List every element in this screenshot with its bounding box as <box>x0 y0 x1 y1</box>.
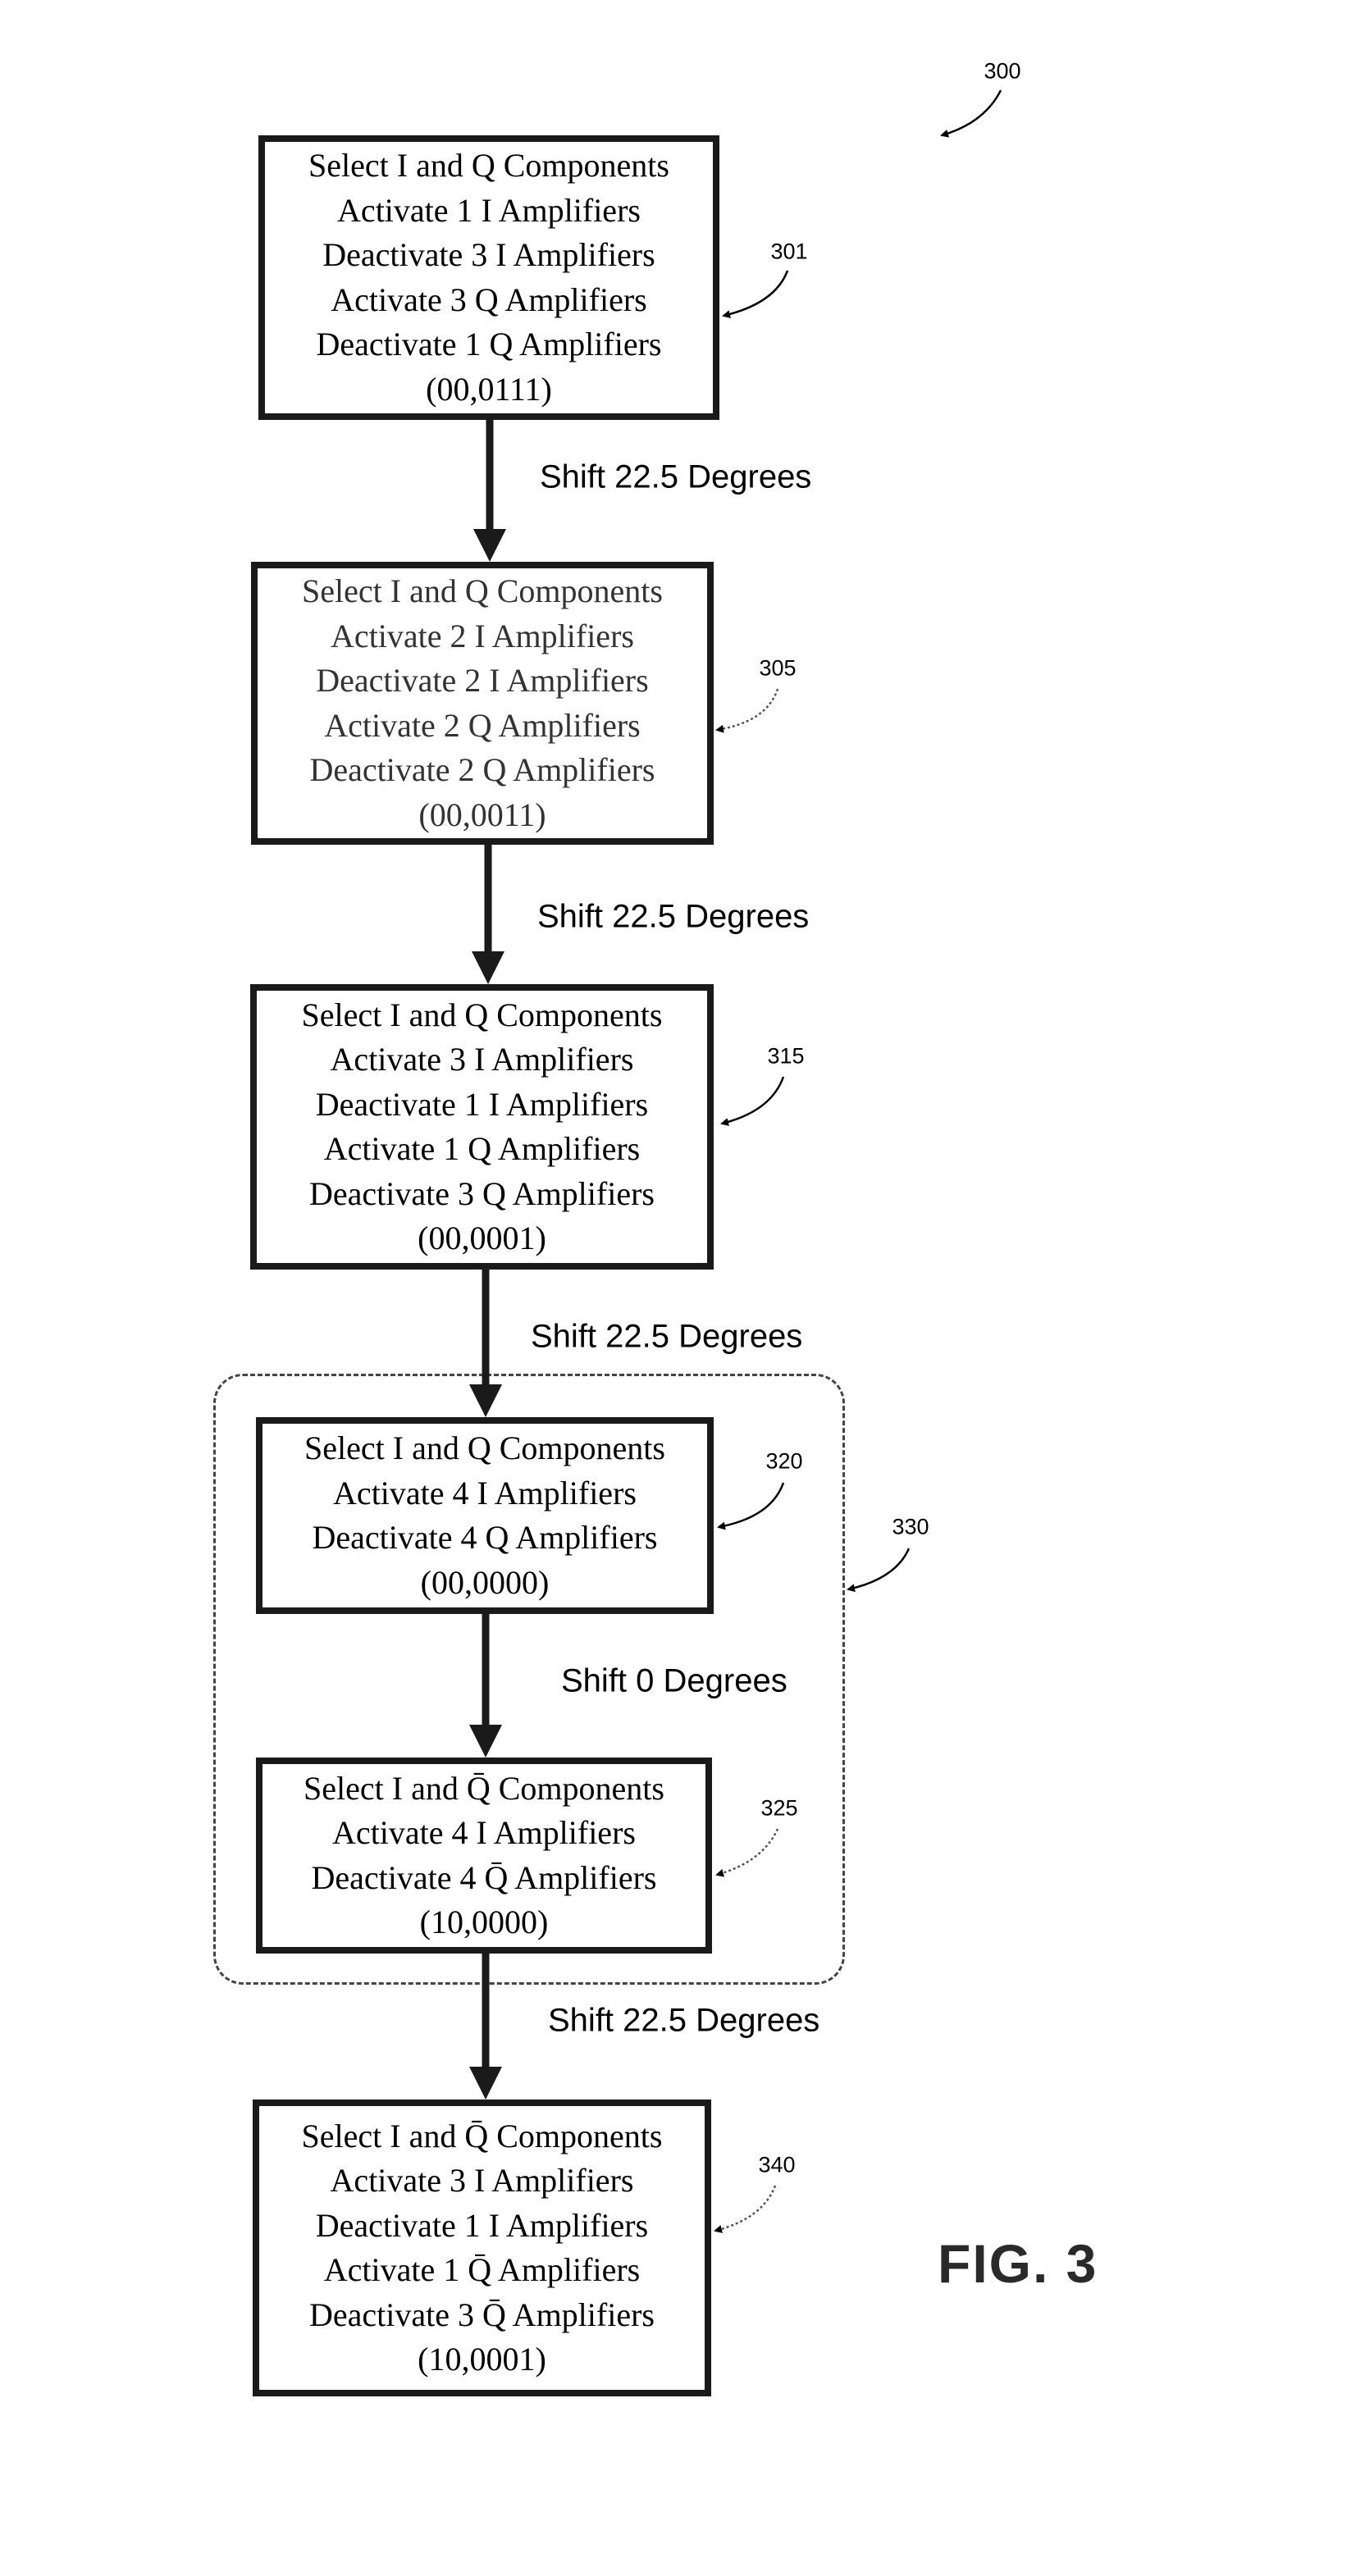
flow-arrow-5 <box>469 1954 502 2100</box>
step-line: Activate 2 Q Amplifiers <box>324 706 641 744</box>
step-line: Deactivate 3 I Amplifiers <box>322 236 655 273</box>
step-line: Activate 3 Q Amplifiers <box>331 280 647 318</box>
patent-figure-canvas: Select I and Q Components Activate 1 I A… <box>0 0 1365 2576</box>
leader-305 <box>715 688 779 733</box>
transition-label: Shift 22.5 Degrees <box>537 898 810 935</box>
transition-label: Shift 22.5 Degrees <box>531 1318 803 1355</box>
step-ref-label: 305 <box>759 655 797 681</box>
step-line: Select I and Q Components <box>301 996 663 1033</box>
step-code: (00,0011) <box>418 796 546 833</box>
leader-320 <box>717 1482 785 1530</box>
step-line: Deactivate 1 I Amplifiers <box>315 2206 649 2244</box>
leader-301 <box>722 270 789 319</box>
leader-340 <box>714 2185 777 2233</box>
figure-caption: FIG. 3 <box>938 2233 1098 2294</box>
transition-label: Shift 22.5 Degrees <box>548 2002 820 2039</box>
step-line: Deactivate 3 Q̄ Amplifiers <box>309 2296 655 2333</box>
flow-arrow-3 <box>469 1270 502 1417</box>
figure-ref-label: 300 <box>984 58 1021 84</box>
step-code: (10,0001) <box>418 2341 546 2378</box>
step-line: Select I and Q Components <box>308 147 669 184</box>
step-line: Activate 1 I Amplifiers <box>337 191 641 229</box>
step-line: Deactivate 1 Q Amplifiers <box>316 326 662 362</box>
step-line: Activate 4 I Amplifiers <box>333 1474 637 1511</box>
group-ref-label: 330 <box>892 1514 929 1539</box>
step-ref-label: 340 <box>758 2152 796 2177</box>
step-line: Activate 2 I Amplifiers <box>331 617 634 654</box>
step-box-340: Select I and Q̄ Components Activate 3 I … <box>253 2100 711 2396</box>
step-code: (00,0111) <box>426 370 552 408</box>
leader-325 <box>715 1828 779 1877</box>
step-code: (00,0000) <box>420 1563 550 1601</box>
step-line: Activate 1 Q̄ Amplifiers <box>323 2251 641 2288</box>
step-line: Select I and Q Components <box>302 572 663 609</box>
step-line: Deactivate 2 Q Amplifiers <box>309 751 655 788</box>
step-line: Select I and Q̄ Components <box>304 1769 664 1807</box>
step-code: (00,0001) <box>418 1220 546 1256</box>
leader-300 <box>940 89 1002 138</box>
step-ref-label: 320 <box>765 1448 803 1474</box>
step-box-325: Select I and Q̄ Components Activate 4 I … <box>256 1758 712 1954</box>
transition-label: Shift 22.5 Degrees <box>540 458 812 495</box>
step-box-301: Select I and Q Components Activate 1 I A… <box>258 135 719 420</box>
step-line: Deactivate 3 Q Amplifiers <box>309 1174 655 1212</box>
step-line: Activate 4 I Amplifiers <box>332 1814 636 1851</box>
step-line: Deactivate 4 Q Amplifiers <box>312 1519 658 1556</box>
step-line: Activate 3 I Amplifiers <box>330 1041 634 1078</box>
flow-arrow-2 <box>472 845 504 984</box>
step-line: Activate 1 Q Amplifiers <box>323 1130 641 1167</box>
leader-315 <box>720 1076 785 1126</box>
step-line: Deactivate 2 I Amplifiers <box>316 662 649 699</box>
transition-label: Shift 0 Degrees <box>561 1662 788 1699</box>
flow-arrow-4 <box>469 1614 502 1758</box>
step-code: (10,0000) <box>419 1904 549 1940</box>
step-box-320: Select I and Q Components Activate 4 I A… <box>256 1417 714 1614</box>
step-ref-label: 315 <box>767 1043 805 1069</box>
step-ref-label: 325 <box>760 1795 798 1821</box>
leader-330 <box>847 1548 911 1593</box>
flow-arrow-1 <box>473 420 506 562</box>
step-line: Activate 3 I Amplifiers <box>330 2162 634 2199</box>
step-box-305: Select I and Q Components Activate 2 I A… <box>251 562 714 845</box>
step-line: Select I and Q Components <box>304 1429 665 1466</box>
step-line: Deactivate 1 I Amplifiers <box>315 1085 649 1123</box>
step-line: Select I and Q̄ Components <box>301 2117 663 2154</box>
step-line: Deactivate 4 Q̄ Amplifiers <box>311 1858 657 1896</box>
step-ref-label: 301 <box>770 239 808 264</box>
step-box-315: Select I and Q Components Activate 3 I A… <box>250 984 714 1270</box>
